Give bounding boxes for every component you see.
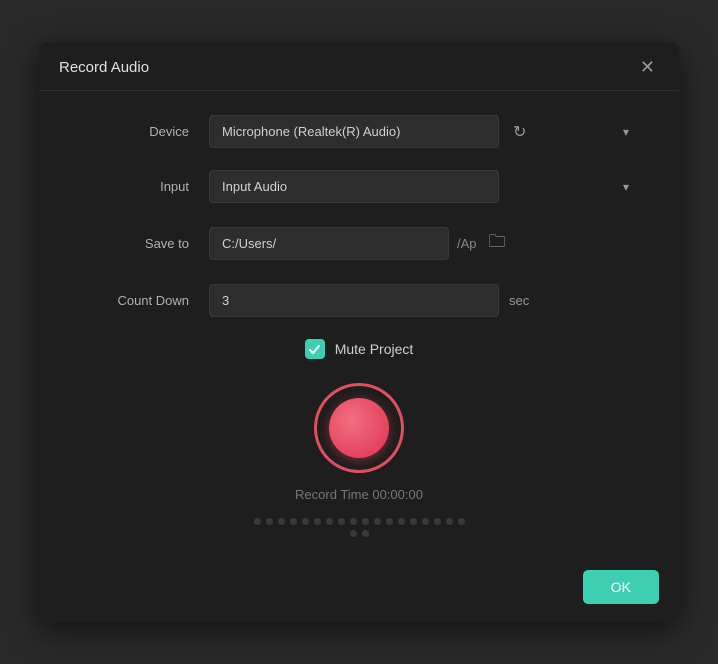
- refresh-button[interactable]: ↻: [509, 118, 530, 146]
- countdown-label: Count Down: [79, 293, 189, 308]
- save-to-inner: /Ap 🗀: [209, 225, 639, 262]
- audio-dot: [350, 518, 357, 525]
- audio-dot: [362, 530, 369, 537]
- record-button-outer[interactable]: [314, 383, 404, 473]
- save-to-label: Save to: [79, 236, 189, 251]
- mute-label: Mute Project: [335, 341, 414, 357]
- record-area: Record Time 00:00:00: [79, 383, 639, 537]
- audio-dot: [266, 518, 273, 525]
- checkmark-icon: [308, 343, 321, 356]
- mute-checkbox[interactable]: [305, 339, 325, 359]
- audio-dot: [374, 518, 381, 525]
- input-select[interactable]: Input Audio: [209, 170, 499, 203]
- audio-dot: [410, 518, 417, 525]
- audio-dot: [254, 518, 261, 525]
- dialog-content: Device Microphone (Realtek(R) Audio) ▾ ↻…: [39, 91, 679, 557]
- record-time-label: Record Time 00:00:00: [295, 487, 423, 502]
- mute-checkbox-wrapper[interactable]: Mute Project: [305, 339, 414, 359]
- device-dropdown-icon: ▾: [623, 125, 629, 139]
- device-select-wrapper: Microphone (Realtek(R) Audio) ▾ ↻: [209, 115, 639, 148]
- save-path-input[interactable]: [209, 227, 449, 260]
- folder-button[interactable]: 🗀: [485, 225, 510, 262]
- audio-dot: [458, 518, 465, 525]
- save-to-control: /Ap 🗀: [209, 225, 639, 262]
- audio-dot: [338, 518, 345, 525]
- sec-label: sec: [509, 293, 529, 308]
- audio-dot: [314, 518, 321, 525]
- close-button[interactable]: ✕: [636, 56, 659, 78]
- input-select-wrapper: Input Audio ▾: [209, 170, 639, 203]
- audio-dot: [446, 518, 453, 525]
- audio-dot: [278, 518, 285, 525]
- audio-dot: [434, 518, 441, 525]
- audio-dot: [386, 518, 393, 525]
- countdown-row: Count Down sec: [79, 284, 639, 317]
- audio-dot: [290, 518, 297, 525]
- path-suffix: /Ap: [457, 236, 477, 251]
- ok-button[interactable]: OK: [583, 570, 659, 604]
- audio-dot: [302, 518, 309, 525]
- save-to-row: Save to /Ap 🗀: [79, 225, 639, 262]
- input-label: Input: [79, 179, 189, 194]
- audio-dot: [422, 518, 429, 525]
- record-audio-dialog: Record Audio ✕ Device Microphone (Realte…: [39, 42, 679, 622]
- input-control: Input Audio ▾: [209, 170, 639, 203]
- mute-row: Mute Project: [79, 339, 639, 359]
- input-dropdown-icon: ▾: [623, 180, 629, 194]
- device-control: Microphone (Realtek(R) Audio) ▾ ↻: [209, 115, 639, 148]
- audio-dot: [362, 518, 369, 525]
- record-button[interactable]: [329, 398, 389, 458]
- audio-dot: [398, 518, 405, 525]
- device-label: Device: [79, 124, 189, 139]
- countdown-input[interactable]: [209, 284, 499, 317]
- input-row: Input Input Audio ▾: [79, 170, 639, 203]
- dialog-title: Record Audio: [59, 59, 149, 76]
- audio-dot: [350, 530, 357, 537]
- dots-row: [249, 518, 469, 537]
- countdown-control: sec: [209, 284, 639, 317]
- device-row: Device Microphone (Realtek(R) Audio) ▾ ↻: [79, 115, 639, 148]
- device-select[interactable]: Microphone (Realtek(R) Audio): [209, 115, 499, 148]
- title-bar: Record Audio ✕: [39, 42, 679, 91]
- audio-dot: [326, 518, 333, 525]
